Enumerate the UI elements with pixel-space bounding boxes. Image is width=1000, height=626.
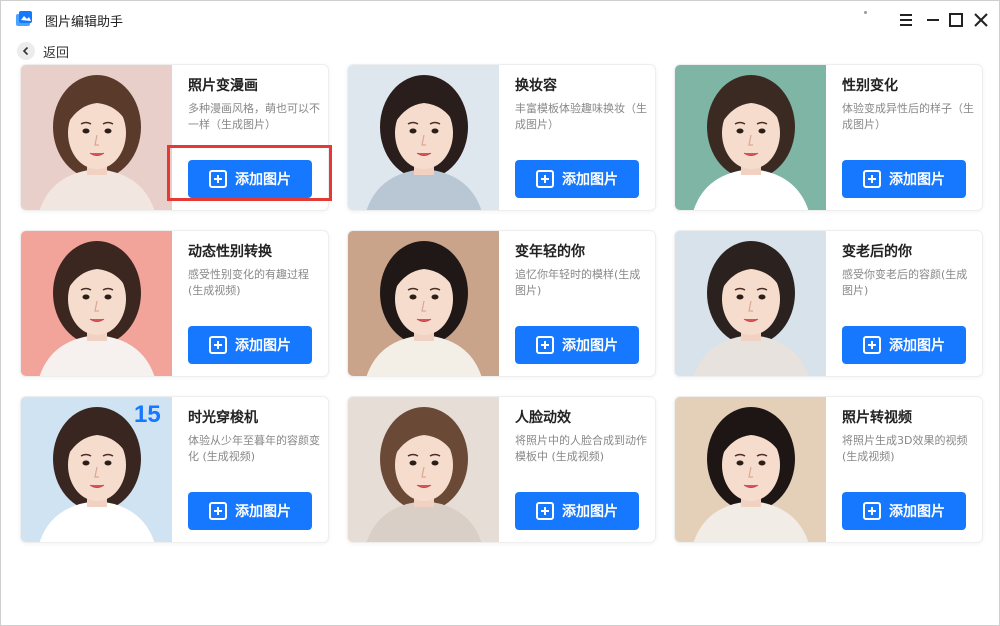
portrait-image — [348, 65, 499, 210]
back-label: 返回 — [43, 45, 70, 61]
card-description: 体验变成异性后的样子（生成图片） — [842, 102, 974, 131]
card-title: 变年轻的你 — [515, 244, 585, 260]
feature-card[interactable]: 15 时光穿梭机体验从少年至暮年的容颜变化 (生成视频) 添加图片 — [20, 396, 329, 543]
add-image-button[interactable]: 添加图片 — [188, 160, 312, 198]
add-image-label: 添加图片 — [562, 504, 618, 520]
plus-icon — [536, 336, 554, 354]
card-info: 变年轻的你追忆你年轻时的模样(生成图片) 添加图片 — [515, 231, 651, 376]
card-title: 人脸动效 — [515, 410, 571, 426]
plus-icon — [863, 170, 881, 188]
portrait-image — [675, 231, 826, 376]
feature-card[interactable]: 性别变化体验变成异性后的样子（生成图片） 添加图片 — [674, 64, 983, 211]
add-image-button[interactable]: 添加图片 — [188, 326, 312, 364]
add-image-button[interactable]: 添加图片 — [515, 492, 639, 530]
plus-icon — [863, 336, 881, 354]
add-image-label: 添加图片 — [235, 338, 291, 354]
add-image-label: 添加图片 — [889, 338, 945, 354]
portrait-image — [348, 231, 499, 376]
chevron-left-icon — [17, 42, 35, 60]
add-image-label: 添加图片 — [889, 504, 945, 520]
card-info: 变老后的你感受你变老后的容颜(生成图片) 添加图片 — [842, 231, 978, 376]
plus-icon — [536, 502, 554, 520]
feature-card[interactable]: 照片变漫画多种漫画风格，萌也可以不一样（生成图片） 添加图片 — [20, 64, 329, 211]
portrait-image — [348, 397, 499, 542]
card-title: 照片变漫画 — [188, 78, 258, 94]
card-title: 动态性别转换 — [188, 244, 272, 260]
plus-icon — [536, 170, 554, 188]
app-logo-icon — [16, 11, 32, 26]
card-info: 性别变化体验变成异性后的样子（生成图片） 添加图片 — [842, 65, 978, 210]
add-image-button[interactable]: 添加图片 — [188, 492, 312, 530]
minimize-icon[interactable] — [923, 10, 943, 30]
feature-card[interactable]: 照片转视频将照片生成3D效果的视频 (生成视频) 添加图片 — [674, 396, 983, 543]
add-image-button[interactable]: 添加图片 — [842, 160, 966, 198]
portrait-image — [675, 397, 826, 542]
add-image-button[interactable]: 添加图片 — [515, 160, 639, 198]
portrait-image — [675, 65, 826, 210]
card-info: 时光穿梭机体验从少年至暮年的容颜变化 (生成视频) 添加图片 — [188, 397, 324, 542]
feature-card[interactable]: 变老后的你感受你变老后的容颜(生成图片) 添加图片 — [674, 230, 983, 377]
plus-icon — [209, 336, 227, 354]
plus-icon — [209, 170, 227, 188]
close-icon[interactable] — [971, 10, 991, 30]
portrait-image — [21, 231, 172, 376]
feature-card[interactable]: 人脸动效将照片中的人脸合成到动作模板中 (生成视频) 添加图片 — [347, 396, 656, 543]
card-title: 换妆容 — [515, 78, 557, 94]
card-title: 时光穿梭机 — [188, 410, 258, 426]
app-title: 图片编辑助手 — [45, 15, 124, 30]
card-info: 换妆容丰富模板体验趣味换妆（生成图片） 添加图片 — [515, 65, 651, 210]
add-image-label: 添加图片 — [235, 504, 291, 520]
card-info: 照片转视频将照片生成3D效果的视频 (生成视频) 添加图片 — [842, 397, 978, 542]
separator-dot — [864, 11, 867, 14]
add-image-label: 添加图片 — [235, 172, 291, 188]
portrait-image — [21, 65, 172, 210]
feature-card[interactable]: 换妆容丰富模板体验趣味换妆（生成图片） 添加图片 — [347, 64, 656, 211]
add-image-label: 添加图片 — [889, 172, 945, 188]
back-button[interactable]: 返回 — [17, 40, 69, 62]
add-image-button[interactable]: 添加图片 — [842, 326, 966, 364]
card-title: 照片转视频 — [842, 410, 912, 426]
card-title: 变老后的你 — [842, 244, 912, 260]
feature-card[interactable]: 动态性别转换感受性别变化的有趣过程(生成视频) 添加图片 — [20, 230, 329, 377]
add-image-label: 添加图片 — [562, 172, 618, 188]
plus-icon — [209, 502, 227, 520]
card-info: 人脸动效将照片中的人脸合成到动作模板中 (生成视频) 添加图片 — [515, 397, 651, 542]
add-image-button[interactable]: 添加图片 — [515, 326, 639, 364]
menu-icon[interactable] — [896, 10, 916, 30]
card-description: 将照片中的人脸合成到动作模板中 (生成视频) — [515, 434, 647, 463]
card-description: 感受性别变化的有趣过程(生成视频) — [188, 268, 309, 297]
plus-icon — [863, 502, 881, 520]
card-info: 动态性别转换感受性别变化的有趣过程(生成视频) 添加图片 — [188, 231, 324, 376]
card-description: 将照片生成3D效果的视频 (生成视频) — [842, 434, 968, 463]
card-description: 丰富模板体验趣味换妆（生成图片） — [515, 102, 647, 131]
card-description: 感受你变老后的容颜(生成图片) — [842, 268, 968, 297]
add-image-label: 添加图片 — [562, 338, 618, 354]
card-title: 性别变化 — [842, 78, 898, 94]
feature-card[interactable]: 变年轻的你追忆你年轻时的模样(生成图片) 添加图片 — [347, 230, 656, 377]
card-description: 体验从少年至暮年的容颜变化 (生成视频) — [188, 434, 320, 463]
age-badge: 15 — [134, 401, 161, 428]
add-image-button[interactable]: 添加图片 — [842, 492, 966, 530]
maximize-icon[interactable] — [946, 10, 966, 30]
title-bar: 图片编辑助手 — [1, 1, 1000, 37]
card-description: 追忆你年轻时的模样(生成图片) — [515, 268, 641, 297]
card-description: 多种漫画风格，萌也可以不一样（生成图片） — [188, 102, 320, 131]
card-info: 照片变漫画多种漫画风格，萌也可以不一样（生成图片） 添加图片 — [188, 65, 324, 210]
